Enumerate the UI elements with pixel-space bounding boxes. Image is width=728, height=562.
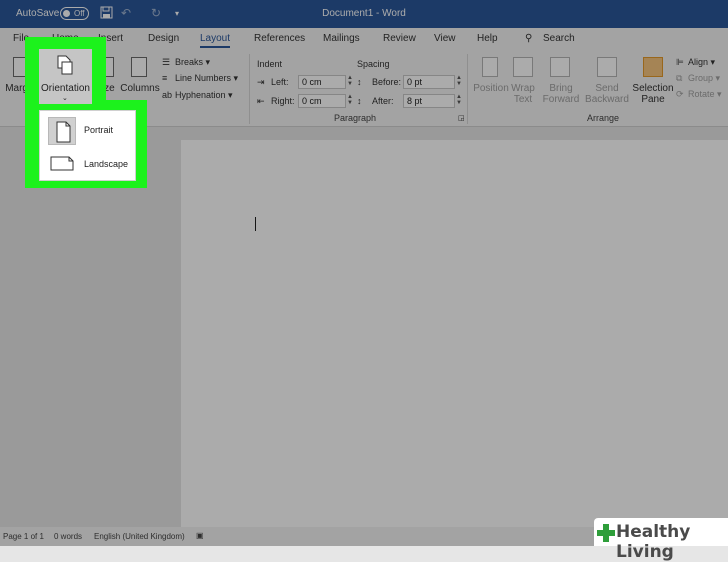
menu-item-landscape[interactable]: Landscape bbox=[40, 147, 135, 179]
dim-overlay bbox=[0, 0, 728, 546]
landscape-icon bbox=[50, 156, 74, 171]
orientation-icon bbox=[57, 55, 73, 75]
portrait-icon-bg bbox=[48, 117, 76, 145]
orientation-menu: Portrait Landscape bbox=[39, 110, 136, 181]
landscape-label: Landscape bbox=[84, 159, 129, 169]
watermark-text: Healthy Living bbox=[616, 522, 691, 562]
portrait-label: Portrait bbox=[84, 125, 114, 135]
menu-item-portrait[interactable]: Portrait bbox=[40, 113, 135, 145]
watermark-logo: Healthy Living bbox=[594, 518, 728, 562]
orientation-label: Orientation bbox=[41, 83, 90, 94]
portrait-icon bbox=[56, 121, 71, 143]
plus-icon bbox=[597, 524, 615, 542]
chevron-down-icon: ⌄ bbox=[62, 95, 68, 102]
